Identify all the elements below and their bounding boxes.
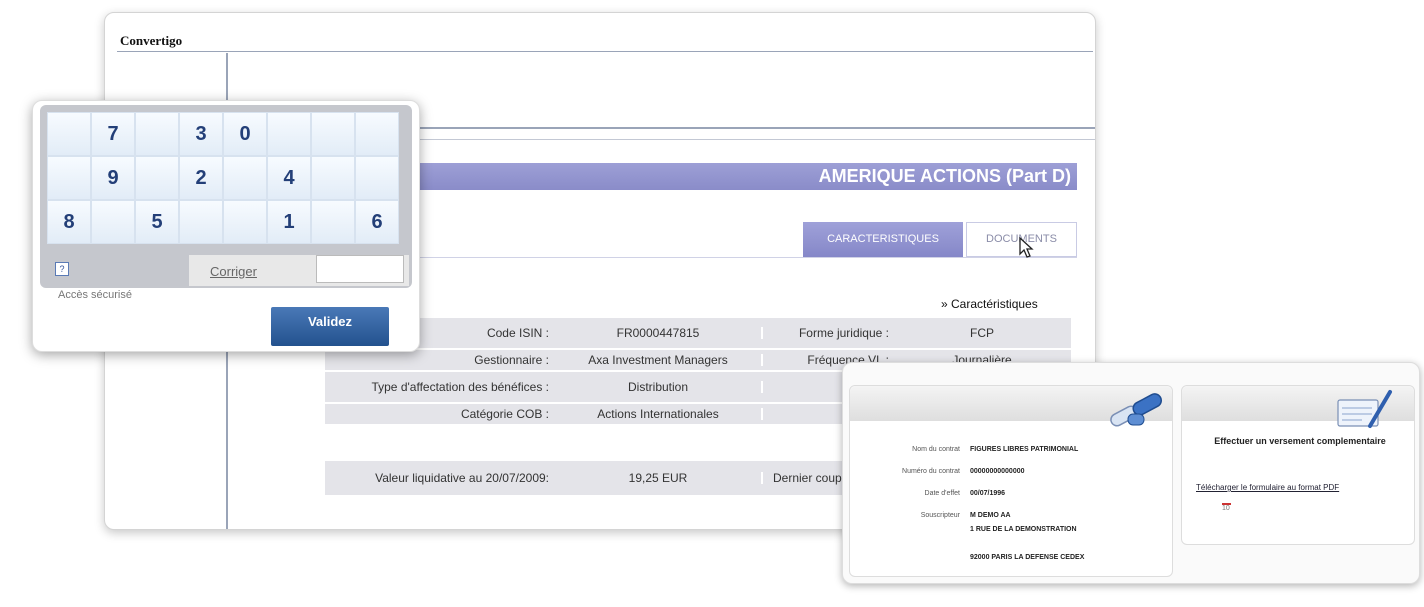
row-label: Type d'affectation des bénéfices : [371, 380, 549, 394]
keypad-key-blank[interactable] [223, 156, 267, 200]
contract-field: Nom du contrat FIGURES LIBRES PATRIMONIA… [850, 438, 1084, 460]
contract-field-value: 00000000000000 [970, 467, 1025, 475]
row-label: Catégorie COB : [460, 407, 549, 421]
telecharger-formulaire-link[interactable]: Télécharger le formulaire au format PDF [1196, 480, 1406, 495]
contract-field-label: Numéro du contrat [902, 467, 960, 475]
contract-panel: Nom du contrat FIGURES LIBRES PATRIMONIA… [849, 385, 1173, 577]
keypad-key-blank[interactable] [311, 112, 355, 156]
keypad-key-blank[interactable] [355, 156, 399, 200]
keypad-key-7[interactable]: 7 [91, 112, 135, 156]
keypad-key-blank[interactable] [355, 112, 399, 156]
contract-field-value: 00/07/1996 [970, 489, 1006, 497]
keypad-key-blank[interactable] [311, 200, 355, 244]
contract-field: Date d'effet 00/07/1996 [850, 482, 1084, 504]
caracteristiques-link[interactable]: » Caractéristiques [941, 297, 1038, 311]
app-title: Convertigo [120, 33, 183, 48]
keypad-key-5[interactable]: 5 [135, 200, 179, 244]
form-pen-icon [1332, 388, 1398, 437]
keypad-key-3[interactable]: 3 [179, 112, 223, 156]
contract-field: Souscripteur M DEMO AA [850, 504, 1084, 526]
keypad-key-8[interactable]: 8 [47, 200, 91, 244]
keypad-key-blank[interactable] [267, 112, 311, 156]
corriger-button[interactable]: Corriger [210, 264, 257, 279]
row-value: FR0000447815 [555, 327, 763, 339]
keypad-key-blank[interactable] [135, 112, 179, 156]
keypad-grid: 730 924 85 16 [47, 112, 399, 244]
keypad-key-blank[interactable] [135, 156, 179, 200]
valeur-label: Valeur liquidative au 20/07/2009: [375, 471, 549, 485]
contract-field-label: Nom du contrat [912, 445, 960, 453]
code-input[interactable] [316, 255, 404, 283]
keypad-key-blank[interactable] [91, 200, 135, 244]
contract-fields: Nom du contrat FIGURES LIBRES PATRIMONIA… [850, 438, 1084, 568]
keypad-key-0[interactable]: 0 [223, 112, 267, 156]
keypad-key-4[interactable]: 4 [267, 156, 311, 200]
contract-field-value: M DEMO AA [970, 511, 1011, 519]
table-row: Code ISIN : FR0000447815 Forme juridique… [325, 318, 1071, 350]
tabs-underline [405, 257, 1077, 258]
keypad-key-2[interactable]: 2 [179, 156, 223, 200]
contract-field-label: Souscripteur [920, 511, 960, 519]
contract-field-value: FIGURES LIBRES PATRIMONIAL [970, 445, 1079, 453]
row-label: Gestionnaire : [474, 353, 549, 367]
versement-title: Effectuer un versement complementaire [1214, 436, 1386, 446]
versement-panel: Effectuer un versement complementaire Té… [1181, 385, 1415, 545]
keypad-key-9[interactable]: 9 [91, 156, 135, 200]
validez-button[interactable]: Validez [271, 307, 389, 346]
contract-address-line2: 92000 PARIS LA DEFENSE CEDEX [970, 554, 1085, 561]
contract-field: Numéro du contrat 00000000000000 [850, 460, 1084, 482]
fund-title-banner: AMERIQUE ACTIONS (Part D) [405, 163, 1077, 190]
contract-card: Nom du contrat FIGURES LIBRES PATRIMONIA… [842, 362, 1420, 584]
acces-securise-label: Accès sécurisé [58, 289, 132, 301]
row-value: Distribution [555, 381, 763, 393]
help-icon[interactable]: ? [55, 262, 69, 276]
contract-address-line1: 1 RUE DE LA DEMONSTRATION [970, 526, 1077, 533]
keypad-key-blank[interactable] [311, 156, 355, 200]
keypad-key-blank[interactable] [47, 156, 91, 200]
row-label-secondary: Forme juridique : [798, 326, 889, 340]
keypad-key-6[interactable]: 6 [355, 200, 399, 244]
valeur-value: 19,25 EUR [555, 472, 763, 484]
row-value: Axa Investment Managers [555, 354, 763, 366]
keypad-key-1[interactable]: 1 [267, 200, 311, 244]
broken-chain-icon [1106, 390, 1168, 439]
row-value: Actions Internationales [555, 408, 763, 420]
secure-keypad-popup: 730 924 85 16 ? Corriger Accès sécurisé Val… [32, 100, 420, 352]
row-value-secondary: FCP [970, 326, 994, 340]
title-divider [117, 51, 1093, 52]
pdf-icon[interactable]: 10 [1222, 503, 1231, 512]
contract-field-label: Date d'effet [924, 489, 960, 497]
keypad-key-blank[interactable] [179, 200, 223, 244]
keypad-key-blank[interactable] [47, 112, 91, 156]
pointer-cursor-icon [1019, 236, 1035, 264]
tab-caracteristiques[interactable]: CARACTERISTIQUES [803, 222, 963, 257]
keypad-key-blank[interactable] [223, 200, 267, 244]
